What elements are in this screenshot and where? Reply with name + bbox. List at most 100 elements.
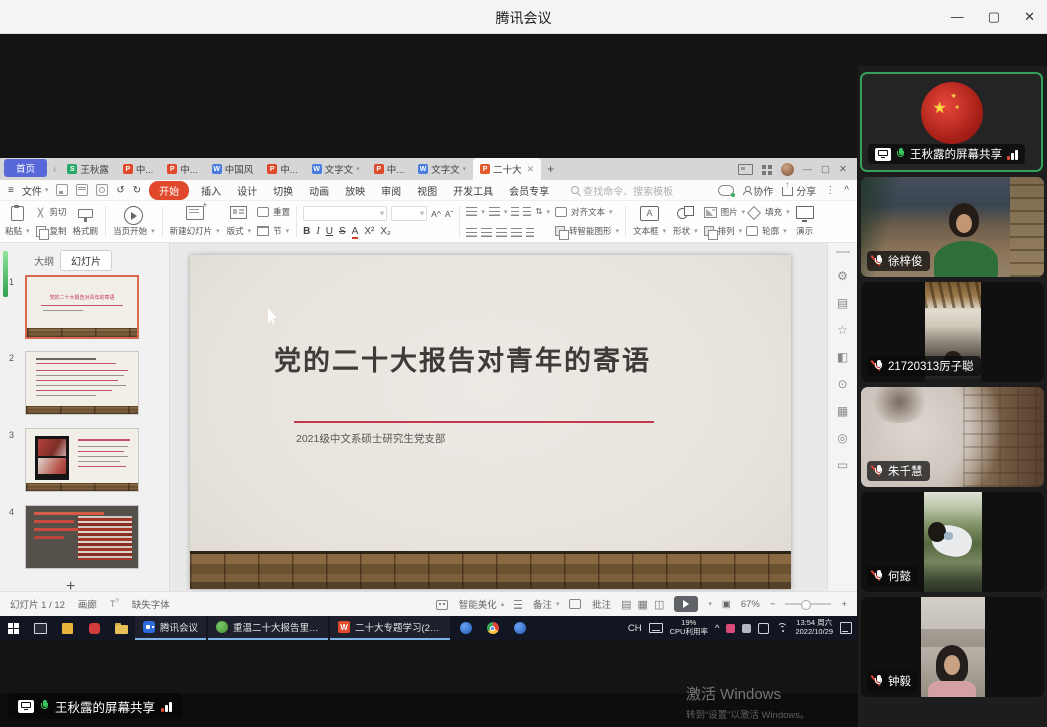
participant-tile[interactable]: 何懿 [861, 492, 1044, 592]
slideshow-play-button[interactable] [674, 596, 698, 612]
increase-indent-icon[interactable] [523, 207, 531, 216]
task-view-button[interactable] [27, 616, 54, 640]
tab-close-icon[interactable]: ✕ [527, 164, 535, 175]
picture-button[interactable]: 图片▾ [704, 206, 746, 218]
tab-animation[interactable]: 动画 [305, 181, 333, 200]
taskbar-app-wps[interactable]: W二十大专题学习(2).p... [330, 616, 450, 640]
home-tab[interactable]: 首页 [4, 159, 47, 177]
strikethrough-button[interactable]: S [339, 226, 346, 237]
doc-tab[interactable]: 文字文▾ [305, 158, 367, 180]
slide-thumbnail-2[interactable] [25, 351, 139, 415]
clock[interactable]: 13:54 周六2022/10/29 [795, 619, 833, 636]
participant-tile-sharing[interactable]: ★ ★ ★ 王秋露的屏幕共享 [860, 72, 1043, 172]
copy-button[interactable]: 复制 [36, 225, 67, 237]
wps-close-icon[interactable]: ✕ [839, 164, 847, 175]
animation-pane-icon[interactable]: ▤ [837, 296, 848, 310]
fill-button[interactable]: 填充▾ [749, 206, 790, 218]
decrease-indent-icon[interactable] [511, 207, 519, 216]
participant-tile[interactable]: 21720313厉子聪 [861, 282, 1044, 382]
numbered-list-icon[interactable] [489, 207, 500, 216]
zoom-slider[interactable] [785, 603, 831, 605]
tab-view[interactable]: 视图 [413, 181, 441, 200]
to-smartart-button[interactable]: 转智能图形▾ [555, 225, 619, 237]
tray-app-icon[interactable] [726, 624, 735, 633]
close-icon[interactable]: ✕ [1024, 10, 1035, 23]
undo-icon[interactable]: ↺ [116, 185, 124, 196]
slide-thumbnail-4[interactable] [25, 505, 139, 569]
format-painter-button[interactable]: 格式刷 [72, 203, 100, 240]
doc-tab[interactable]: 中... [260, 158, 304, 180]
netdisk-button[interactable] [452, 616, 479, 640]
edit-icon[interactable]: ⚙ [837, 269, 848, 283]
missing-font-warning[interactable]: 缺失字体 [132, 597, 170, 611]
tab-developer[interactable]: 开发工具 [449, 181, 497, 200]
participant-tile[interactable]: 徐梓俊 [861, 177, 1044, 277]
save-icon[interactable] [56, 184, 68, 196]
italic-button[interactable]: I [316, 226, 319, 237]
bullet-list-icon[interactable] [466, 207, 477, 216]
taskbar-app-doc[interactable]: 重温二十大报告里数... [208, 616, 328, 640]
cloud-sync-icon[interactable] [718, 185, 734, 196]
tab-transition[interactable]: 切换 [269, 181, 297, 200]
redo-icon[interactable]: ↻ [133, 185, 141, 196]
textbox-button[interactable]: 文本框▾ [632, 203, 667, 240]
tab-outline[interactable]: 大纲 [34, 253, 54, 268]
align-left-icon[interactable] [466, 228, 477, 237]
normal-view-icon[interactable]: ▤ [621, 598, 631, 611]
slide-thumbnail-3[interactable] [25, 428, 139, 492]
decrease-font-icon[interactable]: Aˇ [445, 209, 454, 219]
justify-icon[interactable] [511, 228, 522, 237]
align-center-icon[interactable] [481, 228, 492, 237]
layout-pane-icon[interactable]: ◧ [837, 350, 848, 364]
print-icon[interactable] [76, 184, 88, 196]
usb-icon[interactable] [742, 624, 751, 633]
subscript-button[interactable]: X₂ [380, 226, 391, 237]
file-explorer-button[interactable] [108, 616, 135, 640]
chrome-button[interactable] [479, 616, 506, 640]
start-button[interactable] [0, 616, 27, 640]
star-resources-icon[interactable]: ☆ [837, 323, 848, 337]
music-app-button[interactable] [81, 616, 108, 640]
cut-button[interactable]: 剪切 [36, 206, 67, 218]
font-name-select[interactable]: ▾ [303, 206, 387, 221]
doc-tab[interactable]: 中... [367, 158, 411, 180]
preview-icon[interactable] [96, 184, 108, 196]
doc-tab[interactable]: 中... [116, 158, 160, 180]
play-from-page-button[interactable]: 当页开始▾ [112, 203, 156, 240]
font-color-button[interactable]: A [352, 226, 359, 237]
notes-button[interactable]: 备注▾ [514, 597, 559, 611]
sorter-view-icon[interactable]: ▦ [638, 598, 648, 611]
bold-button[interactable]: B [303, 226, 310, 237]
participant-tile[interactable]: 钟毅 [861, 597, 1044, 697]
superscript-button[interactable]: X² [364, 226, 374, 237]
volume-icon[interactable] [758, 623, 769, 634]
underline-button[interactable]: U [326, 226, 333, 237]
distribute-icon[interactable] [526, 228, 534, 237]
collapse-ribbon-icon[interactable]: ^ [844, 185, 849, 196]
align-text-button[interactable]: 对齐文本▾ [555, 206, 619, 218]
split-view-icon[interactable] [738, 164, 753, 175]
doc-tab-active[interactable]: 二十大✕ [473, 158, 541, 180]
layout-button[interactable]: 版式▾ [226, 203, 253, 240]
file-menu[interactable]: 文件▾ [22, 183, 49, 198]
tab-slides[interactable]: 幻灯片 [60, 250, 112, 271]
tab-grid-icon[interactable] [762, 165, 772, 175]
action-center-icon[interactable] [840, 622, 852, 634]
tab-slideshow[interactable]: 放映 [341, 181, 369, 200]
taskbar-app-meeting[interactable]: 腾讯会议 [135, 616, 206, 640]
collaborate-button[interactable]: 协作 [743, 183, 773, 198]
arrange-button[interactable]: 排列▾ [704, 225, 743, 237]
zoom-in-icon[interactable]: + [841, 599, 847, 610]
paste-button[interactable]: 粘贴▾ [4, 203, 31, 240]
zoom-out-icon[interactable]: − [770, 599, 776, 610]
section-button[interactable]: 节▾ [257, 225, 290, 237]
cpu-meter[interactable]: 19%CPU利用率 [670, 619, 708, 636]
line-spacing-icon[interactable]: ⇅ [535, 206, 542, 217]
tray-expand-icon[interactable]: ^ [715, 623, 719, 634]
search-input[interactable]: 查找命令、搜索模板 [571, 183, 673, 198]
present-button[interactable]: 演示 [795, 203, 815, 240]
comments-button[interactable]: 批注 [569, 597, 611, 611]
back-chevron-icon[interactable]: ‹ [53, 164, 56, 175]
hamburger-icon[interactable]: ≡ [8, 185, 14, 196]
touch-keyboard-icon[interactable] [649, 623, 663, 633]
